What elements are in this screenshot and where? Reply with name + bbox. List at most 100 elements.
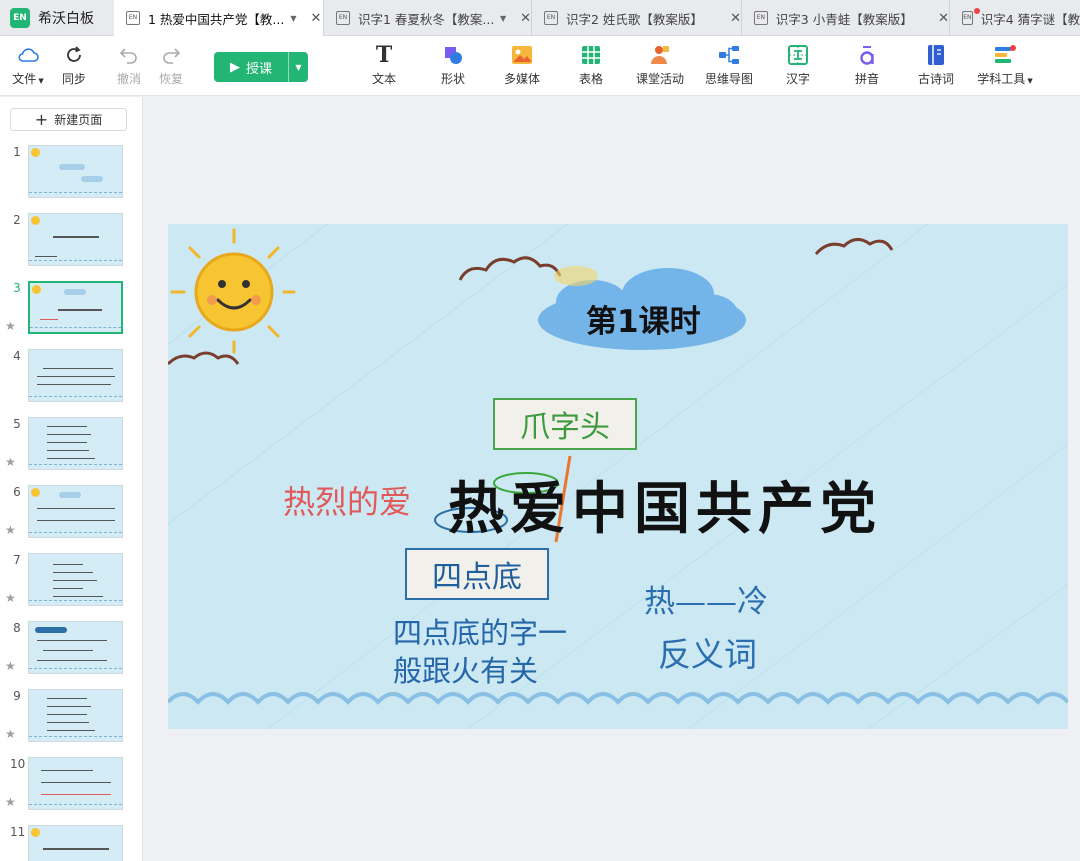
tab-label: 识字3 小青蛙【教案版】 [775, 11, 911, 27]
lesson-label[interactable]: 第1课时 [586, 296, 701, 341]
star-icon[interactable]: ★ [5, 727, 16, 741]
redo-icon [161, 44, 181, 66]
page-thumbnail-3[interactable]: 3 ★ [0, 281, 142, 337]
close-icon[interactable]: ✕ [730, 11, 741, 26]
class-activity-button[interactable]: 课堂活动 [628, 44, 692, 90]
star-icon[interactable]: ★ [5, 591, 16, 605]
antonym-label[interactable]: 反义词 [658, 628, 757, 676]
document-icon: EN [754, 11, 768, 25]
antonym-pair[interactable]: 热——冷 [644, 576, 768, 621]
star-icon[interactable]: ★ [5, 319, 16, 333]
meaning-text[interactable]: 热烈的爱 [283, 477, 411, 523]
chevron-down-icon[interactable]: ▼ [500, 14, 506, 23]
close-icon[interactable]: ✕ [520, 11, 531, 26]
file-label: 文件 [12, 72, 37, 86]
text-icon: T [375, 42, 393, 68]
tab-document-2[interactable]: EN 识字1 春夏秋冬【教案... ▼ ✕ [324, 0, 532, 36]
thumbnail-image [28, 553, 123, 606]
page-thumbnail-2[interactable]: 2 [0, 213, 142, 269]
teach-button[interactable]: ▶ 授课 ▼ [214, 52, 308, 82]
page-thumbnail-5[interactable]: 5 ★ [0, 417, 142, 473]
radical-note[interactable]: 四点底的字一般跟火有关 [393, 614, 593, 690]
thumbnail-image [28, 349, 123, 402]
star-icon[interactable]: ★ [5, 659, 16, 673]
page-number: 10 [10, 757, 26, 771]
tab-bar: EN 希沃白板 EN 1 热爱中国共产党【教... ▼ ✕ EN 识字1 春夏秋… [0, 0, 1080, 36]
image-icon [511, 44, 533, 66]
slide-canvas[interactable]: 第1课时 爪字头 热烈的爱 热爱中国共产党 四点底 四点底的字一般跟火有关 热—… [144, 97, 1080, 861]
page-number: 5 [13, 417, 21, 431]
app-brand[interactable]: EN 希沃白板 [10, 0, 94, 36]
caret-down-icon: ▼ [1027, 77, 1033, 85]
page-number: 1 [13, 145, 21, 159]
tab-label: 识字2 姓氏歌【教案版】 [565, 11, 703, 27]
subject-tools-button[interactable]: 学科工具 ▼ [973, 44, 1037, 90]
page-thumbnail-6[interactable]: 6 ★ [0, 485, 142, 541]
redo-label: 恢复 [158, 72, 183, 86]
undo-label: 撤消 [116, 72, 141, 86]
slide-preview[interactable]: 第1课时 爪字头 热烈的爱 热爱中国共产党 四点底 四点底的字一般跟火有关 热—… [168, 224, 1068, 729]
shape-icon [442, 44, 464, 66]
tab-document-1[interactable]: EN 1 热爱中国共产党【教... ▼ ✕ [114, 0, 324, 36]
tab-document-5[interactable]: EN 识字4 猜字谜【教案版】 [950, 0, 1080, 36]
page-thumbnail-7[interactable]: 7 ★ [0, 553, 142, 609]
hanzi-icon [788, 44, 808, 66]
shape-tool-button[interactable]: 形状 [421, 44, 485, 90]
document-icon: EN [126, 11, 140, 25]
toolbar: 文件 ▼ 同步 撤消 恢复 ▶ 授课 ▼ T 文本 形状 多媒体 表格 课堂活动… [0, 36, 1080, 96]
mindmap-tool-button[interactable]: 思维导图 [697, 44, 761, 90]
new-page-button[interactable]: + 新建页面 [10, 108, 127, 131]
page-thumbnail-9[interactable]: 9 ★ [0, 689, 142, 745]
plus-icon: + [34, 109, 49, 129]
thumbnail-image [28, 689, 123, 742]
star-icon[interactable]: ★ [5, 455, 16, 469]
page-sidebar: + 新建页面 1 2 3 ★ 4 5 ★ 6 ★ 7 ★ 8 ★ 9 ★ 10 … [0, 97, 143, 861]
radical-bottom-text: 四点底 [432, 560, 522, 595]
page-thumbnail-11[interactable]: 11 [0, 825, 142, 861]
table-tool-label: 表格 [578, 72, 603, 86]
star-icon[interactable]: ★ [5, 523, 16, 537]
tab-document-4[interactable]: EN 识字3 小青蛙【教案版】 ✕ [742, 0, 950, 36]
sun-icon [170, 228, 296, 354]
activity-icon [649, 44, 671, 66]
radical-bottom-box[interactable]: 四点底 [405, 548, 549, 600]
text-tool-button[interactable]: T 文本 [352, 42, 416, 90]
text-tool-label: 文本 [371, 72, 396, 86]
pinyin-tool-button[interactable]: 拼音 [835, 44, 899, 90]
thumbnail-image [28, 825, 123, 861]
page-thumbnail-8[interactable]: 8 ★ [0, 621, 142, 677]
sync-icon [64, 44, 84, 66]
media-tool-button[interactable]: 多媒体 [490, 44, 554, 90]
thumbnail-image [28, 281, 123, 334]
teach-options-dropdown[interactable]: ▼ [288, 52, 308, 82]
notification-dot [974, 8, 980, 14]
tab-document-3[interactable]: EN 识字2 姓氏歌【教案版】 ✕ [532, 0, 742, 36]
thumbnail-image [28, 757, 123, 810]
page-thumbnail-10[interactable]: 10 ★ [0, 757, 142, 813]
radical-top-box[interactable]: 爪字头 [493, 398, 637, 450]
table-tool-button[interactable]: 表格 [559, 44, 623, 90]
poetry-tool-button[interactable]: 古诗词 [904, 44, 968, 90]
undo-icon [119, 44, 139, 66]
page-thumbnail-4[interactable]: 4 [0, 349, 142, 405]
book-icon [927, 44, 945, 66]
chevron-down-icon[interactable]: ▼ [290, 14, 296, 23]
sync-label: 同步 [61, 72, 86, 86]
page-thumbnail-1[interactable]: 1 [0, 145, 142, 201]
redo-button[interactable]: 恢复 [139, 44, 203, 90]
app-title: 希沃白板 [38, 11, 94, 27]
star-icon[interactable]: ★ [5, 795, 16, 809]
thumbnail-image [28, 485, 123, 538]
poetry-tool-label: 古诗词 [917, 72, 954, 86]
pinyin-icon [857, 44, 877, 66]
page-number: 7 [13, 553, 21, 567]
close-icon[interactable]: ✕ [938, 11, 949, 26]
thumbnail-image [28, 213, 123, 266]
page-number: 3 [13, 281, 21, 295]
close-icon[interactable]: ✕ [311, 11, 322, 26]
app-logo-icon: EN [10, 8, 30, 28]
slide-title[interactable]: 热爱中国共产党 [448, 464, 882, 545]
hanzi-tool-button[interactable]: 汉字 [766, 44, 830, 90]
teach-start-button[interactable]: ▶ 授课 [214, 52, 288, 82]
radical-top-text: 爪字头 [520, 410, 610, 445]
